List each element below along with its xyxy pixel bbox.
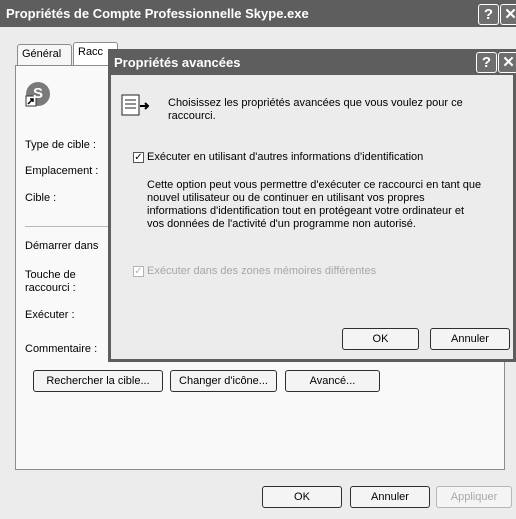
credentials-description: Cette option peut vous permettre d'exécu… bbox=[147, 179, 482, 230]
label-type-cible: Type de cible : bbox=[25, 139, 96, 151]
main-titlebar: Propriétés de Compte Professionnelle Sky… bbox=[0, 0, 516, 27]
label-executer: Exécuter : bbox=[25, 309, 75, 321]
changer-icone-button[interactable]: Changer d'icône... bbox=[170, 370, 277, 392]
dialog-title: Propriétés avancées bbox=[114, 55, 241, 70]
main-close-button[interactable]: ✕ bbox=[500, 4, 516, 25]
label-cible: Cible : bbox=[25, 192, 57, 204]
label-emplacement: Emplacement : bbox=[25, 165, 99, 177]
label-demarrer-dans: Démarrer dans bbox=[25, 240, 99, 252]
label-commentaire: Commentaire : bbox=[25, 343, 98, 355]
advanced-properties-dialog: Propriétés avancées ? ✕ Choisissez les p… bbox=[108, 49, 516, 362]
skype-icon-letter: S bbox=[33, 85, 44, 102]
avance-button[interactable]: Avancé... bbox=[285, 370, 380, 392]
rechercher-cible-button[interactable]: Rechercher la cible... bbox=[33, 370, 163, 392]
credentials-checkbox-label[interactable]: Exécuter en utilisant d'autres informati… bbox=[147, 151, 423, 163]
separator-1 bbox=[25, 226, 115, 227]
skype-app-icon: S bbox=[24, 80, 52, 108]
memory-checkbox[interactable]: ✓ bbox=[133, 266, 144, 277]
dialog-cancel-button[interactable]: Annuler bbox=[430, 328, 510, 350]
annuler-button[interactable]: Annuler bbox=[350, 486, 430, 508]
appliquer-button[interactable]: Appliquer bbox=[436, 486, 512, 508]
dialog-ok-button[interactable]: OK bbox=[342, 328, 419, 350]
dialog-help-button[interactable]: ? bbox=[476, 52, 497, 73]
dialog-intro-text: Choisissez les propriétés avancées que v… bbox=[168, 97, 463, 122]
dialog-close-button[interactable]: ✕ bbox=[498, 52, 516, 73]
dialog-client-area: Choisissez les propriétés avancées que v… bbox=[111, 75, 513, 359]
main-window-title: Propriétés de Compte Professionnelle Sky… bbox=[6, 6, 309, 21]
properties-list-icon bbox=[121, 93, 151, 117]
label-touche-raccourci: Touche de raccourci : bbox=[25, 269, 76, 294]
memory-checkbox-label[interactable]: Exécuter dans des zones mémoires différe… bbox=[147, 265, 376, 277]
ok-button[interactable]: OK bbox=[262, 486, 342, 508]
main-help-button[interactable]: ? bbox=[478, 4, 499, 25]
credentials-checkbox[interactable]: ✓ bbox=[133, 152, 144, 163]
tab-general[interactable]: Général bbox=[17, 44, 72, 66]
dialog-titlebar: Propriétés avancées ? ✕ bbox=[108, 49, 516, 75]
